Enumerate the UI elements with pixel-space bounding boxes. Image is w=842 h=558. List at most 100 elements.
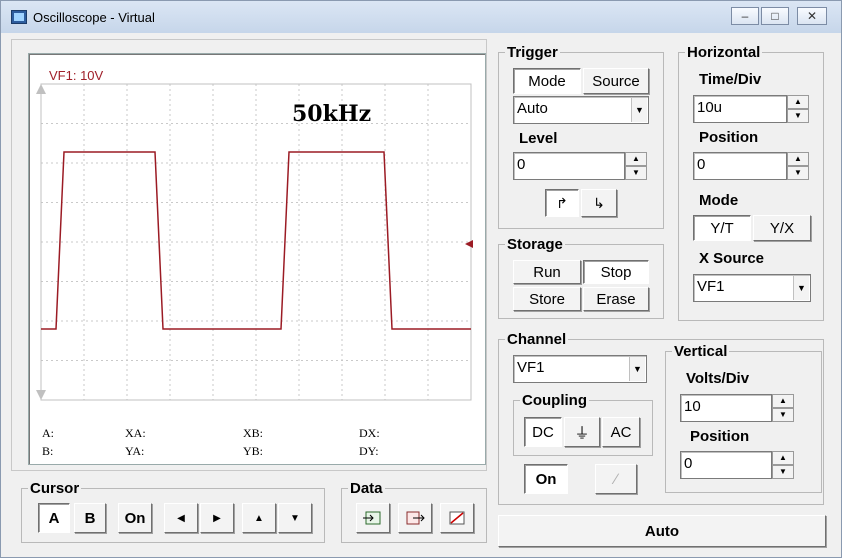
trigger-level-marker	[465, 240, 473, 248]
horizontal-title: Horizontal	[685, 44, 763, 61]
arrow-left-icon: ◀	[177, 512, 185, 524]
x-source-value: VF1	[697, 278, 725, 295]
cursor-a-top-marker	[36, 84, 46, 94]
transfer-data-icon	[406, 511, 425, 525]
spin-up-icon[interactable]: ▲	[787, 152, 809, 166]
cursor-left-button[interactable]: ◀	[164, 503, 198, 533]
trigger-group: Trigger Mode Source Auto ▼ Level 0 ▲ ▼ ↱…	[498, 44, 664, 229]
ground-icon: ⏚	[574, 424, 590, 442]
channel-select[interactable]: VF1 ▼	[513, 355, 647, 383]
close-button[interactable]: ✕	[797, 7, 827, 25]
volts-div-label: Volts/Div	[686, 370, 750, 387]
x-source-select[interactable]: VF1 ▼	[693, 274, 811, 302]
arrow-right-icon: ▶	[213, 512, 221, 524]
yb-readout: YB:	[243, 444, 264, 458]
channel-title: Channel	[505, 331, 569, 348]
yt-mode-button[interactable]: Y/T	[693, 215, 751, 241]
dx-readout: DX:	[359, 426, 380, 440]
store-button[interactable]: Store	[513, 287, 581, 311]
time-div-input[interactable]: 10u	[693, 95, 787, 123]
dc-coupling-button[interactable]: DC	[524, 417, 562, 447]
gnd-coupling-button[interactable]: ⏚	[564, 417, 600, 447]
x-source-label: X Source	[699, 250, 765, 267]
oscilloscope-app-icon	[11, 10, 27, 24]
yx-mode-button[interactable]: Y/X	[753, 215, 811, 241]
mode-label: Mode	[699, 192, 739, 209]
spin-down-icon[interactable]: ▼	[772, 465, 794, 479]
export-data-button[interactable]	[356, 503, 390, 533]
volts-div-input[interactable]: 10	[680, 394, 772, 422]
spin-down-icon[interactable]: ▼	[625, 166, 647, 180]
waveform-display	[36, 83, 473, 401]
vertical-position-input[interactable]: 0	[680, 451, 772, 479]
trigger-source-button[interactable]: Source	[583, 68, 649, 94]
ac-coupling-button[interactable]: AC	[602, 417, 640, 447]
horizontal-position-input[interactable]: 0	[693, 152, 787, 180]
arrow-up-icon: ▲	[254, 512, 264, 524]
stop-button[interactable]: Stop	[583, 260, 649, 284]
coupling-group: Coupling DC ⏚ AC	[513, 392, 653, 456]
storage-title: Storage	[505, 236, 565, 253]
spin-up-icon[interactable]: ▲	[787, 95, 809, 109]
cursor-down-button[interactable]: ▼	[278, 503, 312, 533]
cursor-b-button[interactable]: B	[74, 503, 106, 533]
spin-up-icon[interactable]: ▲	[772, 394, 794, 408]
rising-edge-icon: ↳	[593, 194, 605, 211]
auto-button[interactable]: Auto	[498, 515, 826, 547]
storage-group: Storage Run Stop Store Erase	[498, 236, 664, 319]
chevron-down-icon[interactable]: ▼	[793, 276, 809, 300]
erase-button[interactable]: Erase	[583, 287, 649, 311]
trigger-mode-button[interactable]: Mode	[513, 68, 581, 94]
channel-on-button[interactable]: On	[524, 464, 568, 494]
vertical-title: Vertical	[672, 343, 730, 360]
vertical-position-spinner[interactable]: ▲ ▼	[772, 451, 794, 479]
minimize-button[interactable]: –	[731, 7, 759, 25]
spin-up-icon[interactable]: ▲	[772, 451, 794, 465]
cursor-a-readout: A:	[42, 426, 54, 440]
trigger-level-spinner[interactable]: ▲ ▼	[625, 152, 647, 180]
falling-edge-icon: ↱	[556, 194, 568, 211]
trigger-level-input[interactable]: 0	[513, 152, 625, 180]
time-div-spinner[interactable]: ▲ ▼	[787, 95, 809, 123]
cursor-group: Cursor A B On ◀ ▶ ▲ ▼	[21, 480, 325, 543]
spin-down-icon[interactable]: ▼	[787, 109, 809, 123]
spin-down-icon[interactable]: ▼	[772, 408, 794, 422]
trigger-title: Trigger	[505, 44, 560, 61]
title-bar: Oscilloscope - Virtual – □ ✕	[1, 1, 841, 33]
horizontal-group: Horizontal Time/Div 10u ▲ ▼ Position 0 ▲…	[678, 44, 824, 321]
cursor-b-readout: B:	[42, 444, 54, 458]
chevron-down-icon[interactable]: ▼	[629, 357, 645, 381]
trigger-mode-select[interactable]: Auto ▼	[513, 96, 649, 124]
cursor-a-button[interactable]: A	[38, 503, 70, 533]
xa-readout: XA:	[125, 426, 146, 440]
time-div-label: Time/Div	[699, 71, 762, 88]
cursor-a-bottom-marker	[36, 390, 46, 400]
export-data-icon	[363, 511, 381, 525]
maximize-button[interactable]: □	[761, 7, 789, 25]
trigger-mode-value: Auto	[517, 100, 548, 117]
xb-readout: XB:	[243, 426, 264, 440]
level-label: Level	[519, 130, 558, 147]
cursor-right-button[interactable]: ▶	[200, 503, 234, 533]
vertical-group: Vertical Volts/Div 10 ▲ ▼ Position 0 ▲ ▼	[665, 343, 822, 493]
falling-edge-button[interactable]: ↱	[545, 189, 579, 217]
coupling-title: Coupling	[520, 392, 589, 409]
spin-up-icon[interactable]: ▲	[625, 152, 647, 166]
arrow-down-icon: ▼	[290, 512, 300, 524]
ya-readout: YA:	[125, 444, 145, 458]
clear-data-button[interactable]	[440, 503, 474, 533]
spin-down-icon[interactable]: ▼	[787, 166, 809, 180]
oscilloscope-window: Oscilloscope - Virtual – □ ✕ VF1: 10V 50…	[0, 0, 842, 558]
transfer-data-button[interactable]	[398, 503, 432, 533]
rising-edge-button[interactable]: ↳	[581, 189, 617, 217]
cursor-up-button[interactable]: ▲	[242, 503, 276, 533]
frequency-readout: 50kHz	[292, 101, 372, 127]
cursor-on-button[interactable]: On	[118, 503, 152, 533]
horizontal-position-spinner[interactable]: ▲ ▼	[787, 152, 809, 180]
probe-button[interactable]: ∕	[595, 464, 637, 494]
run-button[interactable]: Run	[513, 260, 581, 284]
horizontal-position-label: Position	[699, 129, 759, 146]
volts-div-spinner[interactable]: ▲ ▼	[772, 394, 794, 422]
chevron-down-icon[interactable]: ▼	[631, 98, 647, 122]
dy-readout: DY:	[359, 444, 379, 458]
